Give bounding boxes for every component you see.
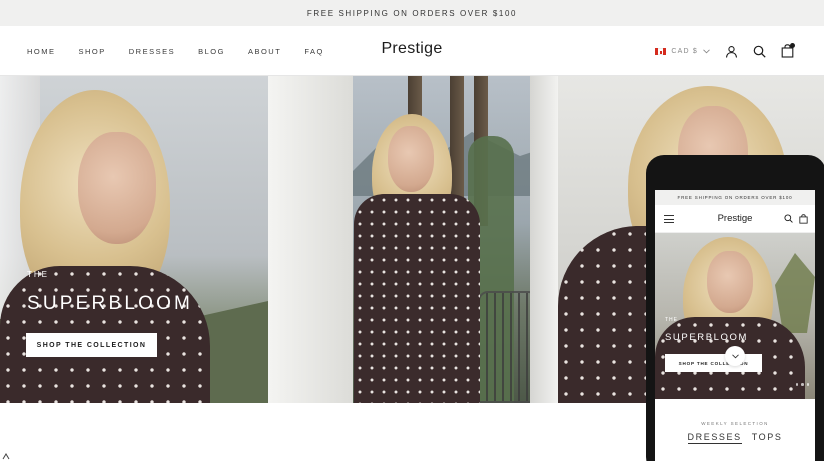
account-icon[interactable]: [724, 44, 738, 58]
site-header: HOME SHOP DRESSES BLOG ABOUT FAQ Prestig…: [0, 26, 824, 76]
canada-flag-icon: [655, 47, 667, 55]
cart-count-dot: [790, 43, 795, 48]
corner-arrow-icon: [2, 453, 10, 460]
main-nav: HOME SHOP DRESSES BLOG ABOUT FAQ: [27, 26, 347, 76]
weekly-selection-eyebrow: WEEKLY SELECTION: [701, 421, 769, 426]
currency-label: CAD $: [671, 47, 698, 55]
nav-about[interactable]: ABOUT: [248, 47, 281, 56]
mobile-hero: THE SUPERBLOOM SHOP THE COLLECTION: [655, 233, 815, 399]
chevron-down-icon: [731, 353, 739, 358]
phone-screen: FREE SHIPPING ON ORDERS OVER $100 Presti…: [655, 190, 815, 461]
mobile-announcement-bar: FREE SHIPPING ON ORDERS OVER $100: [655, 190, 815, 205]
hero-caption: THE SUPERBLOOM: [27, 270, 193, 315]
mobile-header: Prestige: [655, 205, 815, 233]
header-actions: CAD $: [655, 26, 795, 76]
nav-home[interactable]: HOME: [27, 47, 56, 56]
hero-title: SUPERBLOOM: [27, 293, 194, 314]
mobile-header-icons: [784, 214, 808, 224]
shop-collection-button[interactable]: SHOP THE COLLECTION: [26, 333, 157, 357]
cart-icon[interactable]: [780, 43, 795, 58]
mobile-announcement-text: FREE SHIPPING ON ORDERS OVER $100: [677, 195, 793, 200]
currency-selector[interactable]: CAD $: [655, 47, 710, 55]
nav-dresses[interactable]: DRESSES: [129, 47, 175, 56]
chevron-down-icon: [703, 48, 710, 53]
nav-blog[interactable]: BLOG: [198, 47, 225, 56]
phone-mockup: FREE SHIPPING ON ORDERS OVER $100 Presti…: [646, 155, 824, 461]
mobile-slide-dots[interactable]: [795, 383, 809, 386]
tab-dresses[interactable]: DRESSES: [687, 432, 742, 444]
store-logo[interactable]: Prestige: [381, 40, 442, 57]
mobile-hero-eyebrow: THE: [665, 317, 678, 323]
mobile-hero-title: SUPERBLOOM: [665, 332, 749, 343]
announcement-text: FREE SHIPPING ON ORDERS OVER $100: [306, 8, 518, 18]
hero-eyebrow: THE: [27, 270, 49, 279]
scroll-down-button[interactable]: [725, 346, 745, 366]
collection-tabs: DRESSES TOPS: [655, 432, 815, 444]
mobile-cart-icon[interactable]: [799, 214, 808, 224]
nav-shop[interactable]: SHOP: [79, 47, 106, 56]
announcement-bar: FREE SHIPPING ON ORDERS OVER $100: [0, 0, 824, 26]
hero-image-center: [268, 76, 558, 403]
tab-tops[interactable]: TOPS: [752, 432, 783, 444]
search-icon[interactable]: [752, 44, 766, 58]
nav-faq[interactable]: FAQ: [304, 47, 324, 56]
mobile-search-icon[interactable]: [784, 214, 793, 223]
mobile-shop-collection-button[interactable]: SHOP THE COLLECTION: [665, 354, 762, 372]
